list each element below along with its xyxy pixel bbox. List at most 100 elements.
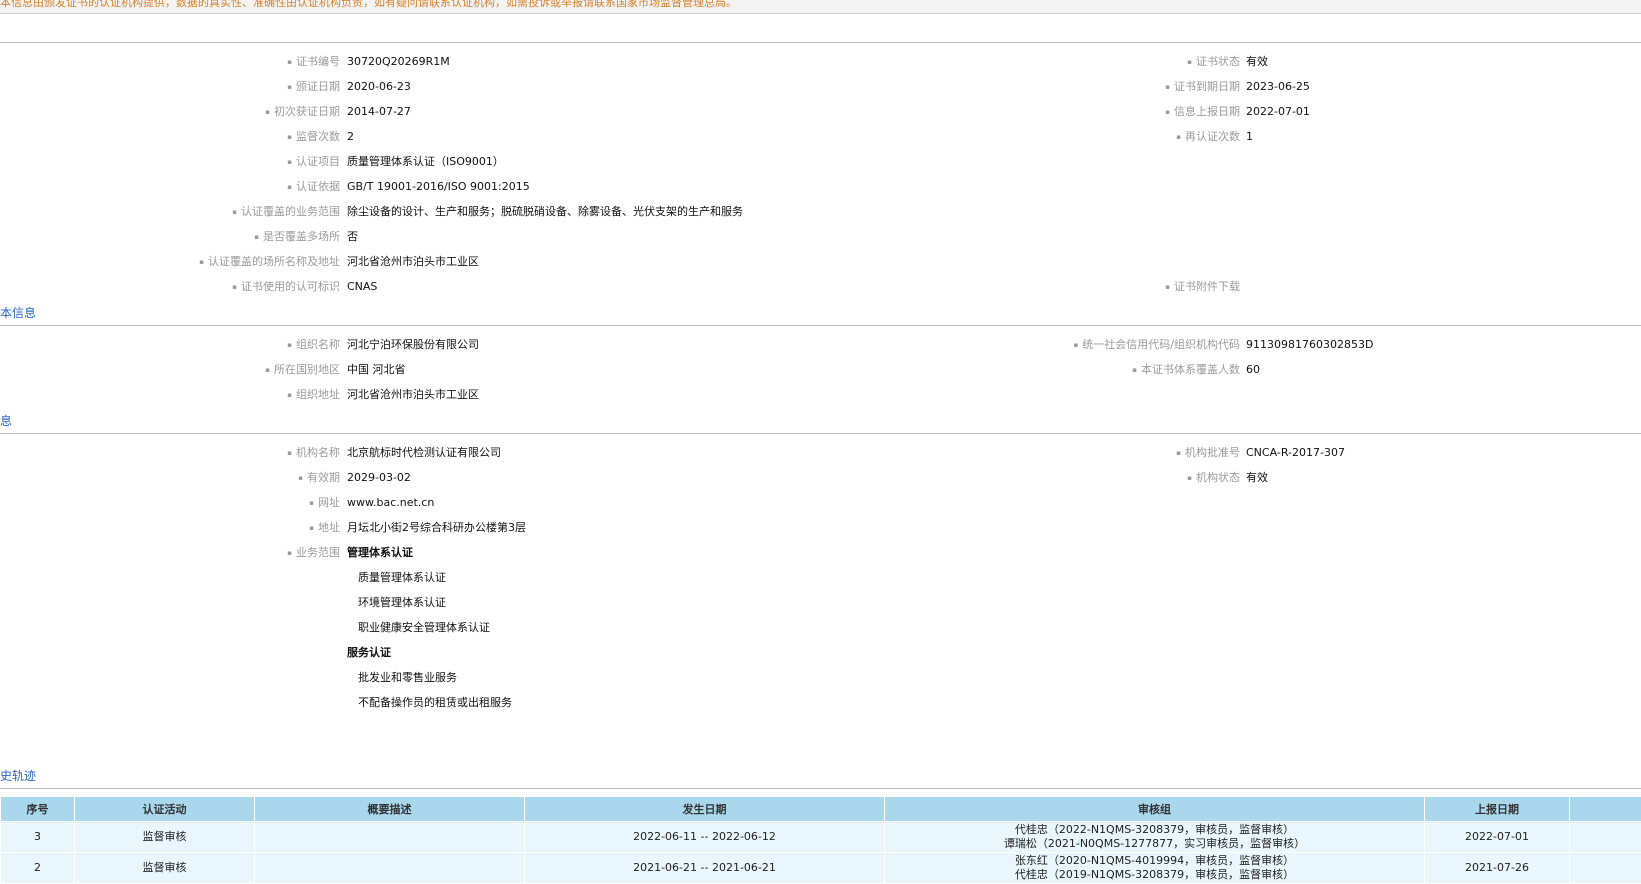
field-label: 地址	[309, 518, 340, 538]
scope-item: 不配备操作员的租赁或出租服务	[358, 693, 512, 713]
field-label: 信息上报日期	[1165, 102, 1240, 122]
scope-group-title: 服务认证	[347, 643, 391, 663]
recert-count-row: 再认证次数 1	[0, 127, 1641, 147]
field-label: 认证依据	[287, 177, 340, 197]
field-label: 证书状态	[1187, 52, 1240, 72]
col-header-team: 审核组	[885, 797, 1425, 822]
attachment-download-label[interactable]: 证书附件下载	[1165, 277, 1240, 297]
field-label: 网址	[309, 493, 340, 513]
col-header-no: 序号	[1, 797, 75, 822]
cert-project-value: 质量管理体系认证（ISO9001）	[347, 152, 504, 172]
field-label: 机构批准号	[1176, 443, 1240, 463]
col-header-reported: 上报日期	[1425, 797, 1570, 822]
body-website-link[interactable]: www.bac.net.cn	[347, 493, 434, 513]
headcount-value: 60	[1246, 360, 1260, 380]
expiry-date-row: 证书到期日期 2023-06-25	[0, 77, 1641, 97]
site-address-row: 认证覆盖的场所名称及地址 河北省沧州市泊头市工业区	[0, 252, 900, 272]
cell-team: 张东红（2020-N1QMS-4019994，审核员，监督审核） 代桂忠（201…	[885, 853, 1425, 884]
field-label: 本证书体系覆盖人数	[1132, 360, 1240, 380]
scope-item-row: 职业健康安全管理体系认证	[0, 618, 900, 638]
multi-site-value: 否	[347, 227, 358, 247]
cert-status-row: 证书状态 有效	[0, 52, 1641, 72]
scope-item-row: 批发业和零售业服务	[0, 668, 900, 688]
site-address-value: 河北省沧州市泊头市工业区	[347, 252, 479, 272]
divider	[0, 42, 1641, 43]
cert-basis-value: GB/T 19001-2016/ISO 9001:2015	[347, 177, 530, 197]
divider	[0, 325, 1641, 326]
cert-status-value: 有效	[1246, 52, 1268, 72]
cell-extra	[1570, 822, 1641, 853]
history-table: 序号 认证活动 概要描述 发生日期 审核组 上报日期 3 监督审核 2022-0…	[0, 796, 1641, 884]
field-label: 统一社会信用代码/组织机构代码	[1074, 335, 1240, 355]
body-website-row: 网址 www.bac.net.cn	[0, 493, 900, 513]
scope-item: 质量管理体系认证	[358, 568, 446, 588]
field-label: 认证项目	[287, 152, 340, 172]
report-date-row: 信息上报日期 2022-07-01	[0, 102, 1641, 122]
field-label: 是否覆盖多场所	[254, 227, 340, 247]
scope-item-row: 环境管理体系认证	[0, 593, 900, 613]
field-label: 组织地址	[287, 385, 340, 405]
cell-summary	[255, 822, 525, 853]
recert-count-value: 1	[1246, 127, 1253, 147]
field-label: 认证覆盖的业务范围	[232, 202, 340, 222]
scope-item-row: 质量管理体系认证	[0, 568, 900, 588]
org-section-title: 本信息	[0, 304, 36, 321]
cert-body-section-title: 息	[0, 412, 12, 429]
cell-activity: 监督审核	[75, 853, 255, 884]
team-member: 张东红（2020-N1QMS-4019994，审核员，监督审核）	[885, 854, 1424, 868]
team-member: 谭瑞松（2021-N0QMS-1277877，实习审核员，监督审核）	[885, 837, 1424, 851]
report-date-value: 2022-07-01	[1246, 102, 1310, 122]
body-scope-row: 业务范围 管理体系认证	[0, 543, 900, 563]
org-address-row: 组织地址 河北省沧州市泊头市工业区	[0, 385, 900, 405]
cell-extra	[1570, 853, 1641, 884]
cell-date: 2021-06-21 -- 2021-06-21	[525, 853, 885, 884]
table-header-row: 序号 认证活动 概要描述 发生日期 审核组 上报日期	[1, 797, 1641, 822]
scope-group-title: 管理体系认证	[347, 543, 413, 563]
cert-project-row: 认证项目 质量管理体系认证（ISO9001）	[0, 152, 900, 172]
scope-item-row: 不配备操作员的租赁或出租服务	[0, 693, 900, 713]
col-header-activity: 认证活动	[75, 797, 255, 822]
body-status-row: 机构状态 有效	[0, 468, 1641, 488]
credit-code-value: 91130981760302853D	[1246, 335, 1373, 355]
field-label: 业务范围	[287, 543, 340, 563]
scope-item: 职业健康安全管理体系认证	[358, 618, 490, 638]
cell-no: 3	[1, 822, 75, 853]
divider	[0, 433, 1641, 434]
attachment-download-row[interactable]: 证书附件下载	[0, 277, 1641, 297]
expiry-date-value: 2023-06-25	[1246, 77, 1310, 97]
cell-reported: 2022-07-01	[1425, 822, 1570, 853]
col-header-date: 发生日期	[525, 797, 885, 822]
business-scope-row: 认证覆盖的业务范围 除尘设备的设计、生产和服务；脱硫脱硝设备、除雾设备、光伏支架…	[0, 202, 900, 222]
col-header-summary: 概要描述	[255, 797, 525, 822]
notice-text: 本信息由颁发证书的认证机构提供，数据的真实性、准确性由认证机构负责，如有疑问请联…	[0, 0, 737, 9]
approval-number-value: CNCA-R-2017-307	[1246, 443, 1345, 463]
scope-group-row: 服务认证	[0, 643, 900, 663]
body-status-value: 有效	[1246, 468, 1268, 488]
table-row: 3 监督审核 2022-06-11 -- 2022-06-12 代桂忠（2022…	[1, 822, 1641, 853]
cell-date: 2022-06-11 -- 2022-06-12	[525, 822, 885, 853]
col-header-extra	[1570, 797, 1641, 822]
headcount-row: 本证书体系覆盖人数 60	[0, 360, 1641, 380]
cell-team: 代桂忠（2022-N1QMS-3208379，审核员，监督审核） 谭瑞松（202…	[885, 822, 1425, 853]
cell-no: 2	[1, 853, 75, 884]
field-label: 认证覆盖的场所名称及地址	[199, 252, 340, 272]
business-scope-value: 除尘设备的设计、生产和服务；脱硫脱硝设备、除雾设备、光伏支架的生产和服务	[347, 202, 743, 222]
cert-basis-row: 认证依据 GB/T 19001-2016/ISO 9001:2015	[0, 177, 900, 197]
credit-code-row: 统一社会信用代码/组织机构代码 91130981760302853D	[0, 335, 1641, 355]
scope-item: 环境管理体系认证	[358, 593, 446, 613]
body-address-row: 地址 月坛北小街2号综合科研办公楼第3层	[0, 518, 900, 538]
multi-site-row: 是否覆盖多场所 否	[0, 227, 900, 247]
notice-banner: 本信息由颁发证书的认证机构提供，数据的真实性、准确性由认证机构负责，如有疑问请联…	[0, 0, 1641, 14]
field-label: 再认证次数	[1176, 127, 1240, 147]
divider	[0, 788, 1641, 789]
history-section-title: 史轨迹	[0, 767, 36, 784]
approval-number-row: 机构批准号 CNCA-R-2017-307	[0, 443, 1641, 463]
body-address-value: 月坛北小街2号综合科研办公楼第3层	[347, 518, 526, 538]
scope-item: 批发业和零售业服务	[358, 668, 457, 688]
org-address-value: 河北省沧州市泊头市工业区	[347, 385, 479, 405]
cell-summary	[255, 853, 525, 884]
cell-reported: 2021-07-26	[1425, 853, 1570, 884]
team-member: 代桂忠（2022-N1QMS-3208379，审核员，监督审核）	[885, 823, 1424, 837]
table-row: 2 监督审核 2021-06-21 -- 2021-06-21 张东红（2020…	[1, 853, 1641, 884]
field-label: 机构状态	[1187, 468, 1240, 488]
